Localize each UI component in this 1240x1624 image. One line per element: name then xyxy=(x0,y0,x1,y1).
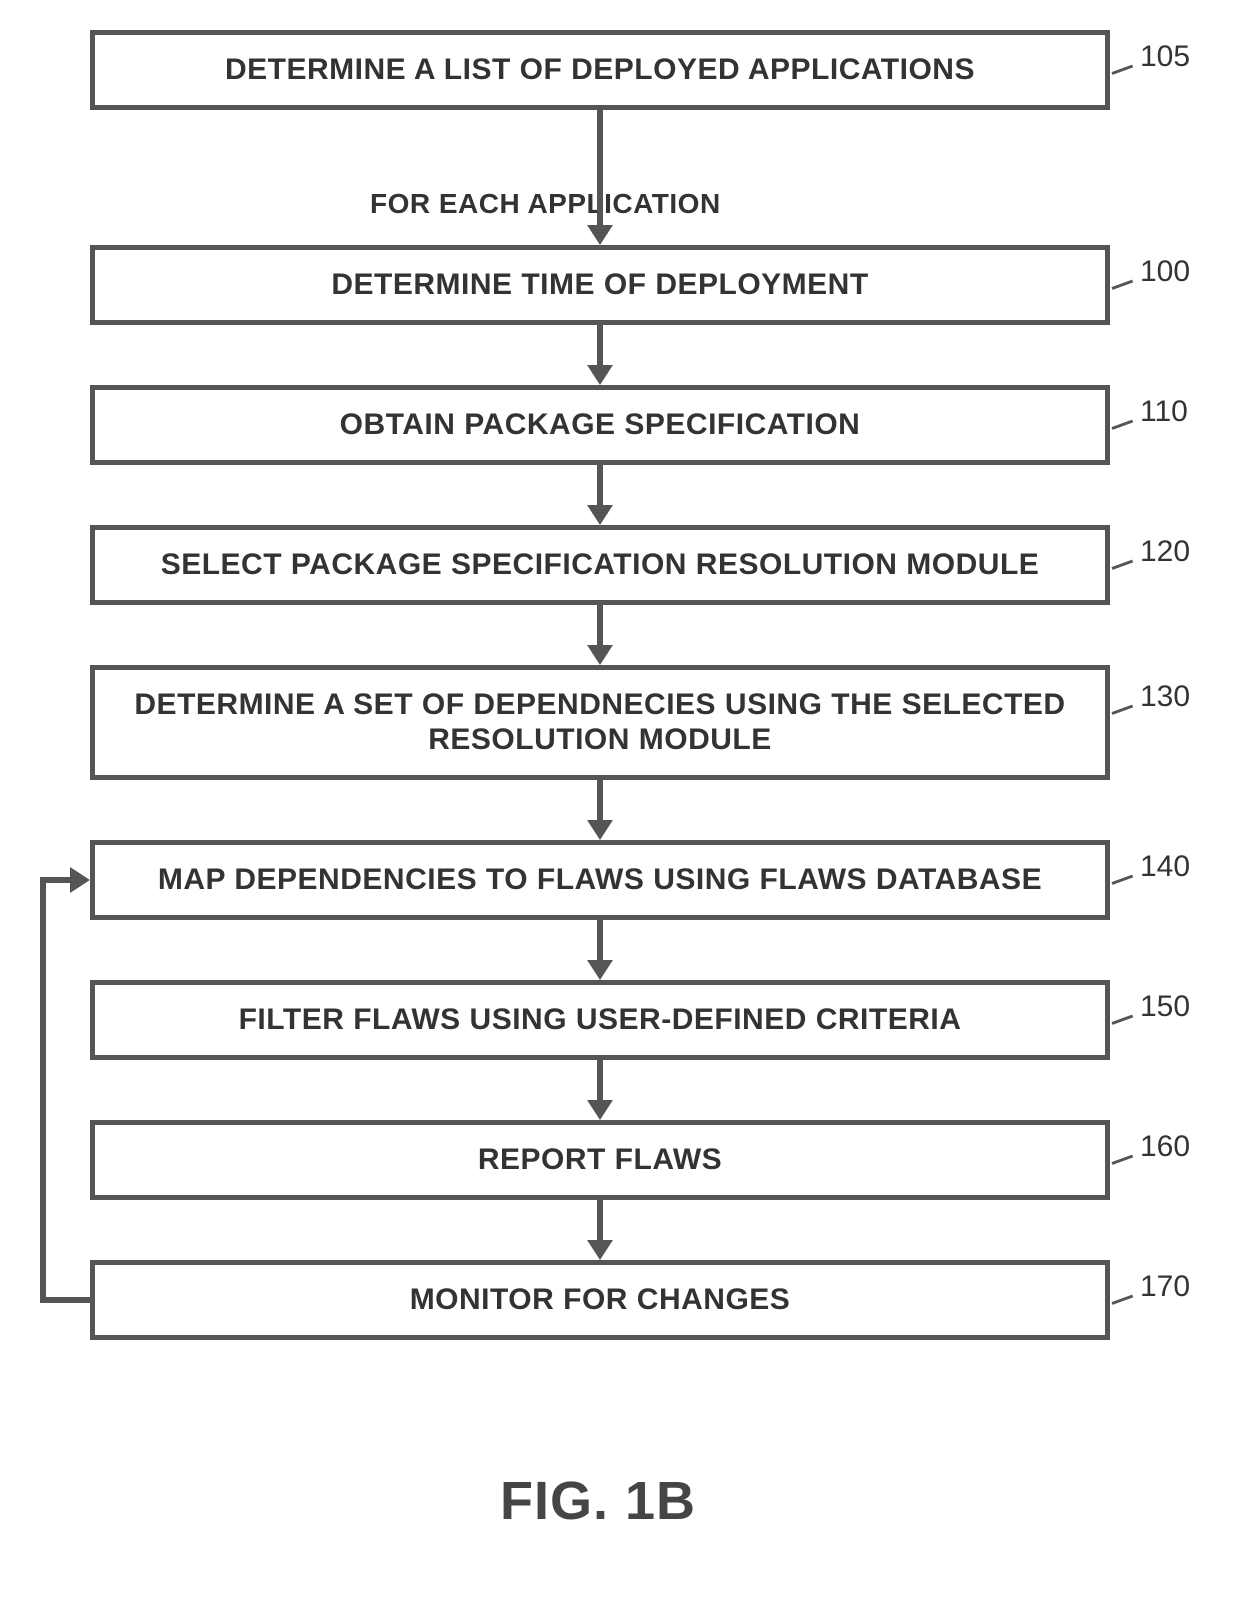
ref-130: 130 xyxy=(1140,680,1190,714)
step-120-text: SELECT PACKAGE SPECIFICATION RESOLUTION … xyxy=(161,548,1040,583)
feedback-arrowhead xyxy=(70,867,90,893)
step-170: MONITOR FOR CHANGES xyxy=(90,1260,1110,1340)
edge-110-to-120 xyxy=(597,465,603,505)
ref-tick-120 xyxy=(1111,560,1133,570)
edge-160-to-170 xyxy=(597,1200,603,1240)
edge-label-for-each-application: FOR EACH APPLICATION xyxy=(370,188,721,220)
arrowhead-120-to-130 xyxy=(587,645,613,665)
edge-130-to-140 xyxy=(597,780,603,820)
arrowhead-130-to-140 xyxy=(587,820,613,840)
ref-tick-110 xyxy=(1111,420,1133,430)
edge-100-to-110 xyxy=(597,325,603,365)
step-150: FILTER FLAWS USING USER-DEFINED CRITERIA xyxy=(90,980,1110,1060)
ref-tick-150 xyxy=(1111,1015,1133,1025)
arrowhead-105-to-100 xyxy=(587,225,613,245)
flowchart-canvas: DETERMINE A LIST OF DEPLOYED APPLICATION… xyxy=(0,0,1240,1624)
edge-105-to-100 xyxy=(597,110,603,225)
step-120: SELECT PACKAGE SPECIFICATION RESOLUTION … xyxy=(90,525,1110,605)
arrowhead-110-to-120 xyxy=(587,505,613,525)
arrowhead-140-to-150 xyxy=(587,960,613,980)
step-140-text: MAP DEPENDENCIES TO FLAWS USING FLAWS DA… xyxy=(158,863,1042,898)
step-100-text: DETERMINE TIME OF DEPLOYMENT xyxy=(331,268,868,303)
ref-tick-105 xyxy=(1111,65,1133,75)
step-170-text: MONITOR FOR CHANGES xyxy=(410,1283,791,1318)
step-105-text: DETERMINE A LIST OF DEPLOYED APPLICATION… xyxy=(225,53,975,88)
feedback-h-bottom xyxy=(40,1297,90,1303)
step-110-text: OBTAIN PACKAGE SPECIFICATION xyxy=(340,408,861,443)
ref-170: 170 xyxy=(1140,1270,1190,1304)
ref-150: 150 xyxy=(1140,990,1190,1024)
edge-140-to-150 xyxy=(597,920,603,960)
feedback-v xyxy=(40,877,46,1303)
arrowhead-160-to-170 xyxy=(587,1240,613,1260)
ref-110: 110 xyxy=(1140,395,1188,429)
edge-150-to-160 xyxy=(597,1060,603,1100)
step-110: OBTAIN PACKAGE SPECIFICATION xyxy=(90,385,1110,465)
ref-140: 140 xyxy=(1140,850,1190,884)
ref-tick-130 xyxy=(1111,705,1133,715)
edge-120-to-130 xyxy=(597,605,603,645)
ref-105: 105 xyxy=(1140,40,1190,74)
feedback-h-top xyxy=(40,877,70,883)
step-100: DETERMINE TIME OF DEPLOYMENT xyxy=(90,245,1110,325)
ref-tick-100 xyxy=(1111,280,1133,290)
figure-caption: FIG. 1B xyxy=(500,1470,696,1532)
ref-tick-160 xyxy=(1111,1155,1133,1165)
step-130: DETERMINE A SET OF DEPENDNECIES USING TH… xyxy=(90,665,1110,780)
step-140: MAP DEPENDENCIES TO FLAWS USING FLAWS DA… xyxy=(90,840,1110,920)
ref-120: 120 xyxy=(1140,535,1190,569)
step-160: REPORT FLAWS xyxy=(90,1120,1110,1200)
step-105: DETERMINE A LIST OF DEPLOYED APPLICATION… xyxy=(90,30,1110,110)
ref-tick-170 xyxy=(1111,1295,1133,1305)
ref-tick-140 xyxy=(1111,875,1133,885)
arrowhead-100-to-110 xyxy=(587,365,613,385)
step-160-text: REPORT FLAWS xyxy=(478,1143,722,1178)
arrowhead-150-to-160 xyxy=(587,1100,613,1120)
step-130-text: DETERMINE A SET OF DEPENDNECIES USING TH… xyxy=(105,688,1095,757)
ref-100: 100 xyxy=(1140,255,1190,289)
step-150-text: FILTER FLAWS USING USER-DEFINED CRITERIA xyxy=(239,1003,962,1038)
ref-160: 160 xyxy=(1140,1130,1190,1164)
